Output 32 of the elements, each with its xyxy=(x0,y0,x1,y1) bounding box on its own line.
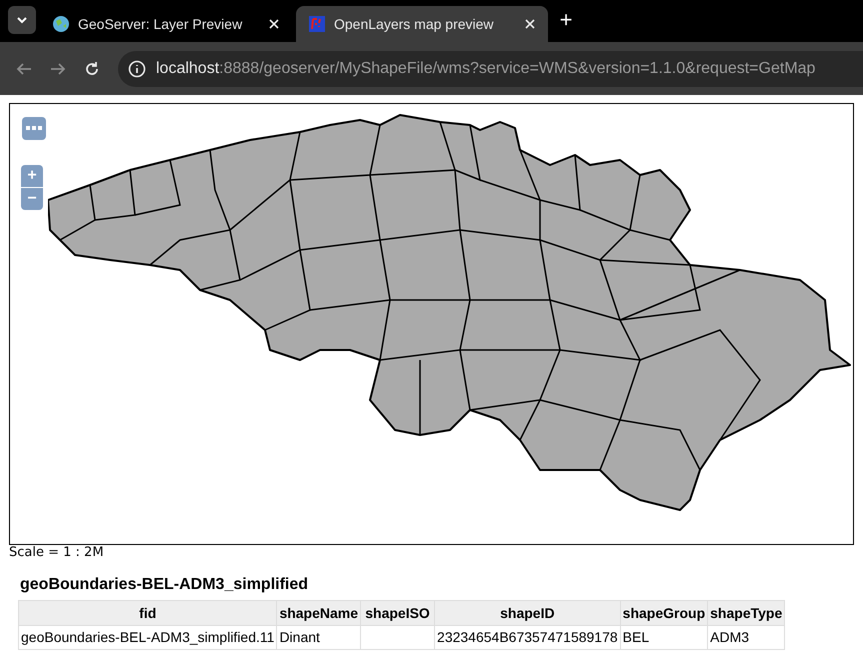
table-cell: BEL xyxy=(620,626,708,650)
tab-title: OpenLayers map preview xyxy=(334,14,495,34)
column-header: shapeName xyxy=(276,600,361,626)
close-icon[interactable] xyxy=(268,18,280,30)
browser-tab[interactable]: OpenLayers map preview xyxy=(296,6,548,42)
forward-arrow-icon[interactable] xyxy=(50,60,66,76)
dots-icon xyxy=(26,126,42,131)
layer-title: geoBoundaries-BEL-ADM3_simplified xyxy=(20,575,310,595)
back-arrow-icon[interactable] xyxy=(16,60,32,76)
column-header: fid xyxy=(18,600,277,626)
chevron-down-icon xyxy=(17,16,27,24)
reload-icon[interactable] xyxy=(84,60,100,76)
column-header: shapeID xyxy=(434,600,620,626)
table-cell: 23234654B67357471589178 xyxy=(434,626,620,650)
table-cell: ADM3 xyxy=(708,626,785,650)
table-cell: Dinant xyxy=(276,626,361,650)
layer-switcher-button[interactable] xyxy=(22,117,46,140)
info-icon[interactable] xyxy=(128,60,146,78)
address-bar[interactable]: localhost:8888/geoserver/MyShapeFile/wms?service=WMS&version=1.1.0&request=GetMap xyxy=(118,50,863,86)
column-header: shapeISO xyxy=(360,600,435,626)
column-header: shapeGroup xyxy=(620,600,708,626)
table-cell: geoBoundaries-BEL-ADM3_simplified.11 xyxy=(18,626,277,650)
close-icon[interactable] xyxy=(524,18,536,30)
tab-search-button[interactable] xyxy=(8,6,36,34)
globe-icon xyxy=(52,15,70,33)
scale-label: Scale = 1 : 2M xyxy=(9,545,105,561)
app-logo-icon xyxy=(308,15,326,33)
column-header: shapeType xyxy=(708,600,785,626)
new-tab-button[interactable]: + xyxy=(552,6,580,34)
browser-tab[interactable]: GeoServer: Layer Preview xyxy=(40,6,292,42)
tab-title: GeoServer: Layer Preview xyxy=(78,14,244,34)
url-text: localhost:8888/geoserver/MyShapeFile/wms?service=WMS&version=1.1.0&request=GetMap xyxy=(156,58,816,78)
